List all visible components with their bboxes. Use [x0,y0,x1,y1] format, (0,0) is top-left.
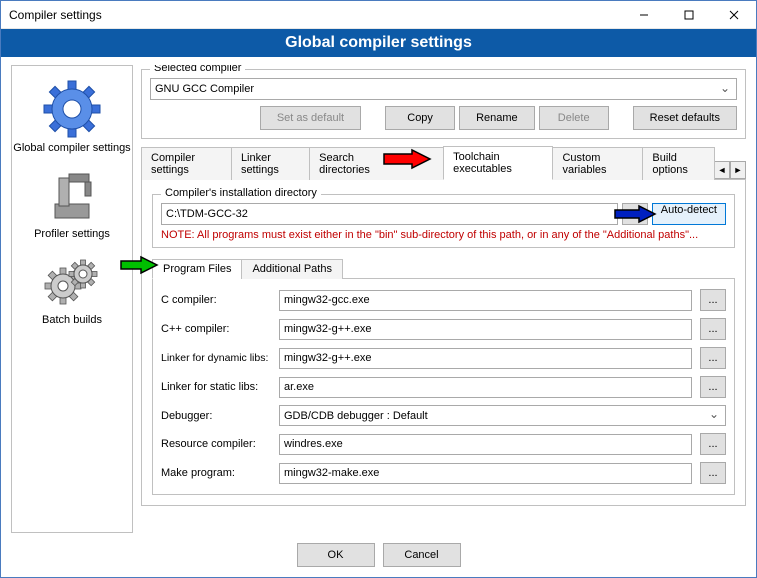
program-files-panel: C compiler: ... C++ compiler: ... Linker… [152,279,735,495]
resource-compiler-input[interactable] [279,434,692,455]
tab-custom-variables[interactable]: Custom variables [552,147,643,180]
page-banner: Global compiler settings [1,29,756,57]
gear-icon [41,78,103,140]
ok-button[interactable]: OK [297,543,375,567]
titlebar-buttons [621,1,756,28]
copy-button[interactable]: Copy [385,106,455,130]
linker-static-input[interactable] [279,377,692,398]
sub-tab-additional-paths[interactable]: Additional Paths [241,259,343,279]
sidebar-item-global-compiler[interactable]: Global compiler settings [12,74,132,158]
selected-compiler-fieldset: Selected compiler GNU GCC Compiler Set a… [141,69,746,139]
profiler-icon [41,164,103,226]
compiler-settings-window: Compiler settings Global compiler settin… [0,0,757,578]
sidebar-item-label: Batch builds [42,314,102,326]
blue-arrow-annotation [613,204,657,224]
batch-icon [41,250,103,312]
c-compiler-browse[interactable]: ... [700,289,726,311]
make-program-browse[interactable]: ... [700,462,726,484]
install-dir-input[interactable] [161,203,618,225]
selected-compiler-legend: Selected compiler [150,65,245,74]
linker-static-browse[interactable]: ... [700,376,726,398]
cpp-compiler-row: C++ compiler: ... [161,318,726,340]
resource-compiler-row: Resource compiler: ... [161,433,726,455]
linker-dynamic-input[interactable] [279,348,692,369]
autodetect-button[interactable]: Auto-detect [652,203,726,225]
cpp-compiler-label: C++ compiler: [161,323,271,335]
sidebar-item-profiler[interactable]: Profiler settings [12,160,132,244]
install-dir-legend: Compiler's installation directory [161,187,321,199]
make-program-label: Make program: [161,467,271,479]
reset-defaults-button[interactable]: Reset defaults [633,106,737,130]
minimize-button[interactable] [621,1,666,28]
tab-scroll-left[interactable]: ◄ [714,161,730,179]
sidebar: Global compiler settings Profiler settin… [11,65,133,533]
dialog-footer: OK Cancel [1,533,756,577]
make-program-input[interactable] [279,463,692,484]
window-title: Compiler settings [9,8,621,22]
rename-button[interactable]: Rename [459,106,535,130]
red-arrow-annotation [382,148,432,170]
set-default-button[interactable]: Set as default [260,106,361,130]
tab-linker-settings[interactable]: Linker settings [231,147,310,180]
maximize-button[interactable] [666,1,711,28]
make-program-row: Make program: ... [161,462,726,484]
linker-dynamic-browse[interactable]: ... [700,347,726,369]
cpp-compiler-browse[interactable]: ... [700,318,726,340]
debugger-select[interactable]: GDB/CDB debugger : Default [279,405,726,426]
compiler-dropdown-value: GNU GCC Compiler [155,83,254,95]
sidebar-item-label: Profiler settings [34,228,110,240]
tab-scroll-nav: ◄ ► [714,161,746,179]
debugger-label: Debugger: [161,410,271,422]
debugger-select-value: GDB/CDB debugger : Default [284,410,428,422]
main-panel: Selected compiler GNU GCC Compiler Set a… [141,65,746,533]
close-button[interactable] [711,1,756,28]
compiler-dropdown[interactable]: GNU GCC Compiler [150,78,737,100]
debugger-row: Debugger: GDB/CDB debugger : Default [161,405,726,426]
compiler-button-row: Set as default Copy Rename Delete Reset … [150,106,737,130]
cpp-compiler-input[interactable] [279,319,692,340]
delete-button[interactable]: Delete [539,106,609,130]
sidebar-item-batch[interactable]: Batch builds [12,246,132,330]
resource-compiler-browse[interactable]: ... [700,433,726,455]
linker-static-row: Linker for static libs: ... [161,376,726,398]
linker-dynamic-label: Linker for dynamic libs: [161,352,271,364]
sub-tabs: Program Files Additional Paths [152,258,735,279]
tab-build-options[interactable]: Build options [642,147,715,180]
titlebar: Compiler settings [1,1,756,29]
green-arrow-annotation [119,255,159,275]
linker-static-label: Linker for static libs: [161,381,271,393]
content-area: Global compiler settings Profiler settin… [1,57,756,533]
main-tabs: Compiler settings Linker settings Search… [141,145,746,180]
main-tabs-container: Compiler settings Linker settings Search… [141,145,746,506]
c-compiler-label: C compiler: [161,294,271,306]
tab-scroll-right[interactable]: ► [730,161,746,179]
c-compiler-row: C compiler: ... [161,289,726,311]
c-compiler-input[interactable] [279,290,692,311]
resource-compiler-label: Resource compiler: [161,438,271,450]
tab-compiler-settings[interactable]: Compiler settings [141,147,232,180]
install-dir-note: NOTE: All programs must exist either in … [161,229,726,241]
cancel-button[interactable]: Cancel [383,543,461,567]
sidebar-item-label: Global compiler settings [13,142,130,154]
toolchain-tab-content: Compiler's installation directory ... Au… [141,180,746,506]
tab-toolchain-executables[interactable]: Toolchain executables [443,146,553,180]
sub-tab-program-files[interactable]: Program Files [152,259,242,279]
linker-dynamic-row: Linker for dynamic libs: ... [161,347,726,369]
